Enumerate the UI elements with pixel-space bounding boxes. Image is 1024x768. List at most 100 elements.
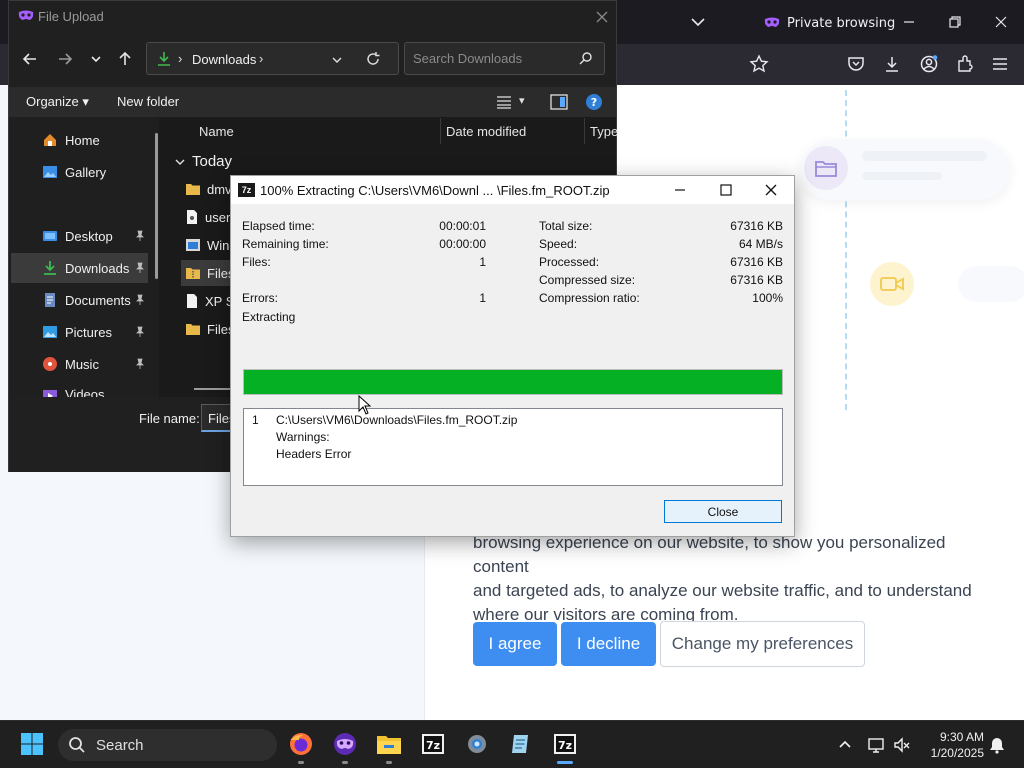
- taskbar-settings[interactable]: [463, 730, 491, 758]
- compression-ratio-label: Compression ratio:: [539, 291, 640, 305]
- download-icon: [44, 261, 56, 275]
- sidebar-item-desktop[interactable]: Desktop: [11, 221, 151, 251]
- minimize-icon[interactable]: [899, 12, 919, 32]
- sidebar-item-label: Gallery: [65, 164, 107, 180]
- taskbar-7zip-extract[interactable]: 7z: [551, 730, 579, 758]
- document-icon: [187, 294, 197, 308]
- notifications-bell-icon[interactable]: [988, 736, 1006, 754]
- speed-label: Speed:: [539, 237, 578, 251]
- sidebar-item-music[interactable]: Music: [11, 349, 151, 379]
- taskbar-clock[interactable]: 9:30 AM 1/20/2025: [918, 729, 984, 761]
- sidebar-item-label: Videos: [65, 387, 105, 397]
- clock-date: 1/20/2025: [930, 746, 984, 760]
- pin-icon: [136, 262, 144, 273]
- errors-value: 1: [479, 291, 486, 305]
- column-header-type[interactable]: Type: [590, 124, 618, 139]
- column-header-name[interactable]: Name: [199, 124, 234, 139]
- progress-bar-fill: [244, 370, 782, 394]
- sidebar-item-documents[interactable]: Documents: [11, 285, 151, 315]
- view-options-icon[interactable]: [495, 94, 513, 110]
- show-hidden-icons-chevron-icon[interactable]: [836, 736, 854, 754]
- breadcrumb-separator: ›: [178, 51, 183, 66]
- folder-icon: [186, 184, 200, 195]
- taskbar-notepad[interactable]: [507, 730, 535, 758]
- recent-locations-chevron-icon[interactable]: [86, 49, 106, 69]
- private-mask-icon: [764, 17, 780, 27]
- downloads-icon[interactable]: [882, 54, 902, 74]
- compression-ratio-value: 100%: [752, 291, 783, 305]
- taskbar-file-explorer[interactable]: [375, 730, 403, 758]
- help-icon[interactable]: ?: [585, 93, 603, 111]
- start-windows-icon[interactable]: [20, 732, 44, 756]
- taskbar-7zip-manager[interactable]: 7z: [419, 730, 447, 758]
- network-icon[interactable]: [867, 736, 885, 754]
- speed-value: 64 MB/s: [738, 237, 783, 251]
- back-arrow-icon[interactable]: [20, 49, 40, 69]
- taskbar-firefox[interactable]: [287, 730, 315, 758]
- close-icon[interactable]: [762, 181, 780, 199]
- file-name: dmv: [207, 181, 232, 197]
- sidebar-item-videos[interactable]: Videos: [11, 381, 151, 397]
- elapsed-time-label: Elapsed time:: [242, 219, 315, 233]
- sevenzip-logo-icon: 7z: [238, 183, 255, 197]
- up-arrow-icon[interactable]: [115, 49, 135, 69]
- address-dropdown-icon[interactable]: [330, 53, 344, 67]
- zip-folder-icon: [186, 268, 200, 279]
- column-separator[interactable]: [584, 118, 585, 144]
- close-button[interactable]: Close: [664, 500, 782, 523]
- address-bar[interactable]: › Downloads ›: [146, 42, 399, 75]
- sidebar-item-downloads[interactable]: Downloads: [11, 253, 148, 283]
- sidebar-item-label: Home: [65, 132, 100, 148]
- search-input[interactable]: [404, 42, 605, 75]
- extraction-progress-dialog: 7z 100% Extracting C:\Users\VM6\Downl ..…: [230, 175, 795, 537]
- group-header-today[interactable]: Today: [174, 153, 232, 170]
- file-name: user: [205, 209, 231, 225]
- bookmark-star-icon[interactable]: [749, 54, 769, 74]
- gallery-icon: [43, 166, 57, 178]
- menu-icon[interactable]: [990, 54, 1010, 74]
- taskbar-search[interactable]: Search: [58, 729, 277, 761]
- navigation-scrollbar[interactable]: [155, 133, 158, 279]
- pictures-icon: [43, 326, 57, 338]
- new-folder-button[interactable]: New folder: [117, 94, 179, 109]
- extensions-icon[interactable]: [955, 54, 975, 74]
- list-all-tabs-icon[interactable]: [688, 12, 708, 32]
- change-preferences-button[interactable]: Change my preferences: [660, 621, 865, 667]
- message-log[interactable]: 1 C:\Users\VM6\Downloads\Files.fm_ROOT.z…: [243, 408, 783, 486]
- column-separator[interactable]: [440, 118, 441, 144]
- sevenzip-icon: 7z: [554, 734, 576, 754]
- documents-icon: [45, 293, 55, 307]
- decorative-dashed-line: [845, 90, 847, 410]
- videos-icon: [43, 390, 57, 397]
- preview-pane-icon[interactable]: [550, 94, 568, 110]
- sidebar-item-pictures[interactable]: Pictures: [11, 317, 151, 347]
- close-icon[interactable]: [593, 8, 611, 26]
- decline-button[interactable]: I decline: [561, 622, 656, 666]
- pocket-icon[interactable]: [846, 54, 866, 74]
- sidebar-item-label: Downloads: [65, 260, 130, 276]
- account-icon[interactable]: [919, 54, 939, 74]
- breadcrumb-separator: ›: [259, 51, 264, 66]
- firefox-icon: [290, 733, 312, 755]
- view-options-chevron-icon[interactable]: ▾: [519, 94, 525, 107]
- running-indicator: [386, 761, 392, 764]
- organize-menu[interactable]: Organize ▾: [26, 94, 89, 110]
- column-header-date-modified[interactable]: Date modified: [446, 124, 526, 139]
- restore-icon[interactable]: [945, 12, 965, 32]
- close-window-icon[interactable]: [991, 12, 1011, 32]
- compressed-size-label: Compressed size:: [539, 273, 636, 287]
- sidebar-item-home[interactable]: Home: [11, 125, 151, 155]
- volume-muted-icon[interactable]: [893, 736, 911, 754]
- file-upload-title: File Upload: [38, 9, 104, 24]
- agree-button[interactable]: I agree: [473, 622, 557, 666]
- minimize-icon[interactable]: [671, 181, 689, 199]
- taskbar-firefox-private[interactable]: [331, 730, 359, 758]
- refresh-icon[interactable]: [365, 51, 381, 67]
- forward-arrow-icon[interactable]: [55, 49, 75, 69]
- maximize-icon[interactable]: [717, 181, 735, 199]
- sidebar-item-label: Desktop: [65, 228, 113, 244]
- remaining-time-value: 00:00:00: [439, 237, 486, 251]
- total-size-value: 67316 KB: [730, 219, 783, 233]
- sidebar-item-gallery[interactable]: Gallery: [11, 157, 151, 187]
- illustration-bar: [862, 151, 987, 161]
